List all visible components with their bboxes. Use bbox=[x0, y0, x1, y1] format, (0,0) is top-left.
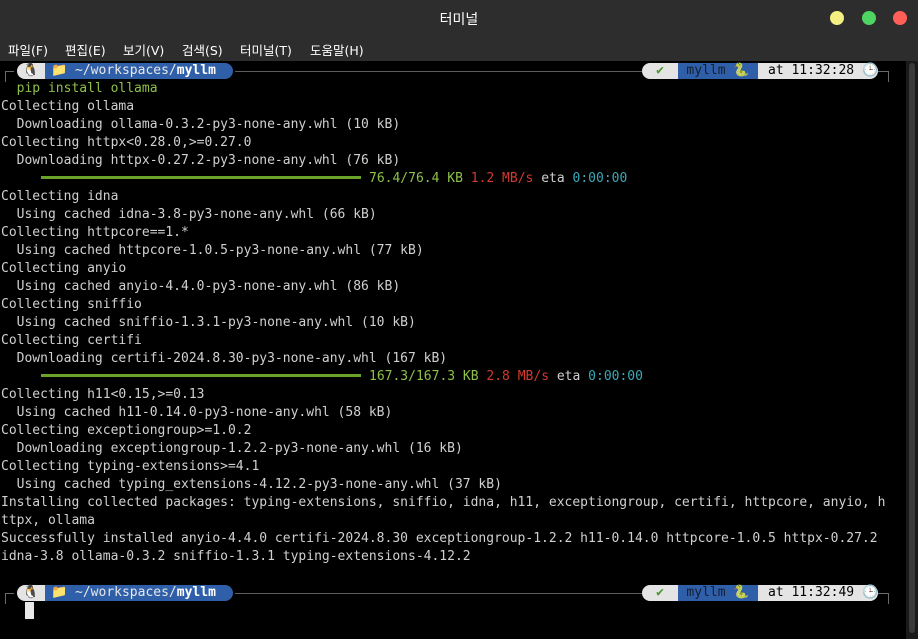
path-dir: myllm bbox=[176, 585, 216, 600]
output-line: Collecting idna bbox=[1, 189, 119, 204]
output-line: Successfully installed anyio-4.4.0 certi… bbox=[1, 531, 878, 546]
prompt-frame-right bbox=[880, 593, 889, 604]
eta-label: eta bbox=[541, 171, 565, 186]
clock-icon: 🕒 bbox=[861, 585, 879, 600]
prompt-path: 📁 ~/workspaces/myllm bbox=[45, 63, 233, 79]
output-line: Downloading ollama-0.3.2-py3-none-any.wh… bbox=[1, 117, 401, 132]
prompt-time: at 11:32:28 🕒 bbox=[758, 63, 878, 79]
time-value: 11:32:28 bbox=[791, 63, 855, 78]
clock-icon: 🕒 bbox=[861, 63, 879, 78]
python-icon: 🐍 bbox=[733, 585, 750, 600]
env-name: myllm bbox=[686, 585, 726, 600]
prompt-env: myllm 🐍 bbox=[678, 585, 758, 601]
output-line: Collecting ollama bbox=[1, 99, 135, 114]
menu-search[interactable]: 검색(S) bbox=[182, 40, 223, 59]
eta-value: 0:00:00 bbox=[588, 369, 643, 384]
time-value: 11:32:49 bbox=[791, 585, 855, 600]
path-prefix: ~/workspaces/ bbox=[75, 585, 177, 600]
output-line: Collecting sniffio bbox=[1, 297, 142, 312]
output-line: Using cached typing_extensions-4.12.2-py… bbox=[1, 477, 502, 492]
output-line: Collecting httpx<0.28.0,>=0.27.0 bbox=[1, 135, 252, 150]
output-line: Using cached anyio-4.4.0-py3-none-any.wh… bbox=[1, 279, 401, 294]
success-check-icon: ✔ bbox=[642, 585, 678, 601]
output-line: idna-3.8 ollama-0.3.2 sniffio-1.3.1 typi… bbox=[1, 549, 471, 564]
progress-line: 76.4/76.4 KB 1.2 MB/s eta 0:00:00 bbox=[41, 170, 627, 188]
terminal-window: 터미널 파일(F) 편집(E) 보기(V) 검색(S) 터미널(T) 도움말(H… bbox=[0, 0, 918, 639]
output-line: Using cached httpcore-1.0.5-py3-none-any… bbox=[1, 243, 424, 258]
scrollbar-thumb[interactable] bbox=[909, 63, 915, 633]
progress-size: 167.3/167.3 KB bbox=[369, 369, 479, 384]
output-line: Collecting typing-extensions>=4.1 bbox=[1, 459, 260, 474]
progress-speed: 1.2 MB/s bbox=[470, 171, 534, 186]
progress-size: 76.4/76.4 KB bbox=[369, 171, 463, 186]
output-line: Downloading certifi-2024.8.30-py3-none-a… bbox=[1, 351, 448, 366]
time-prefix: at bbox=[768, 63, 784, 78]
prompt-frame-left bbox=[5, 593, 14, 604]
command-line: pip install ollama bbox=[1, 81, 158, 96]
env-name: myllm bbox=[686, 63, 726, 78]
minimize-button[interactable] bbox=[830, 11, 844, 25]
output-line: Collecting anyio bbox=[1, 261, 127, 276]
prompt-frame-right bbox=[880, 71, 889, 82]
progress-speed: 2.8 MB/s bbox=[486, 369, 550, 384]
output-line: ttpx, ollama bbox=[1, 513, 95, 528]
output-line: Downloading exceptiongroup-1.2.2-py3-non… bbox=[1, 441, 463, 456]
time-prefix: at bbox=[768, 585, 784, 600]
prompt-line: 🐧 📁 ~/workspaces/myllm ✔ myllm 🐍 at 11:3… bbox=[0, 584, 906, 604]
menu-view[interactable]: 보기(V) bbox=[123, 40, 164, 59]
prompt-line: 🐧 📁 ~/workspaces/myllm ✔ myllm 🐍 at 11:3… bbox=[0, 62, 906, 82]
close-button[interactable] bbox=[893, 11, 907, 25]
python-icon: 🐍 bbox=[733, 63, 750, 78]
output-line: Installing collected packages: typing-ex… bbox=[1, 495, 886, 510]
linux-icon: 🐧 bbox=[17, 63, 45, 79]
menu-help[interactable]: 도움말(H) bbox=[310, 40, 364, 59]
output-line: Collecting httpcore==1.* bbox=[1, 225, 189, 240]
success-check-icon: ✔ bbox=[642, 63, 678, 79]
folder-icon: 📁 bbox=[51, 63, 68, 78]
menu-edit[interactable]: 편집(E) bbox=[65, 40, 106, 59]
eta-label: eta bbox=[556, 369, 581, 384]
title-bar[interactable]: 터미널 bbox=[0, 0, 918, 36]
path-prefix: ~/workspaces/ bbox=[75, 63, 177, 78]
linux-icon: 🐧 bbox=[17, 585, 45, 601]
progress-bar bbox=[41, 374, 361, 377]
path-dir: myllm bbox=[176, 63, 216, 78]
output-line: Using cached idna-3.8-py3-none-any.whl (… bbox=[1, 207, 377, 222]
maximize-button[interactable] bbox=[862, 11, 876, 25]
window-title: 터미널 bbox=[439, 12, 479, 28]
progress-line: 167.3/167.3 KB 2.8 MB/s eta 0:00:00 bbox=[41, 368, 643, 386]
prompt-path: 📁 ~/workspaces/myllm bbox=[45, 585, 233, 601]
output-line: Collecting exceptiongroup>=1.0.2 bbox=[1, 423, 252, 438]
folder-icon: 📁 bbox=[51, 585, 68, 600]
prompt-divider bbox=[235, 71, 642, 72]
output-line: Using cached sniffio-1.3.1-py3-none-any.… bbox=[1, 315, 416, 330]
text-cursor bbox=[25, 602, 34, 619]
terminal-area[interactable]: 🐧 📁 ~/workspaces/myllm ✔ myllm 🐍 at 11:3… bbox=[0, 61, 906, 639]
menu-bar: 파일(F) 편집(E) 보기(V) 검색(S) 터미널(T) 도움말(H) bbox=[0, 36, 918, 61]
eta-value: 0:00:00 bbox=[572, 171, 628, 186]
scrollbar[interactable] bbox=[906, 61, 918, 639]
output-line: Downloading httpx-0.27.2-py3-none-any.wh… bbox=[1, 153, 401, 168]
menu-terminal[interactable]: 터미널(T) bbox=[240, 40, 292, 59]
progress-bar bbox=[41, 176, 361, 179]
output-line: Collecting h11<0.15,>=0.13 bbox=[1, 387, 205, 402]
prompt-divider bbox=[235, 593, 642, 594]
prompt-env: myllm 🐍 bbox=[678, 63, 758, 79]
prompt-time: at 11:32:49 🕒 bbox=[758, 585, 878, 601]
menu-file[interactable]: 파일(F) bbox=[8, 40, 48, 59]
output-line: Collecting certifi bbox=[1, 333, 142, 348]
output-line: Using cached h11-0.14.0-py3-none-any.whl… bbox=[1, 405, 393, 420]
